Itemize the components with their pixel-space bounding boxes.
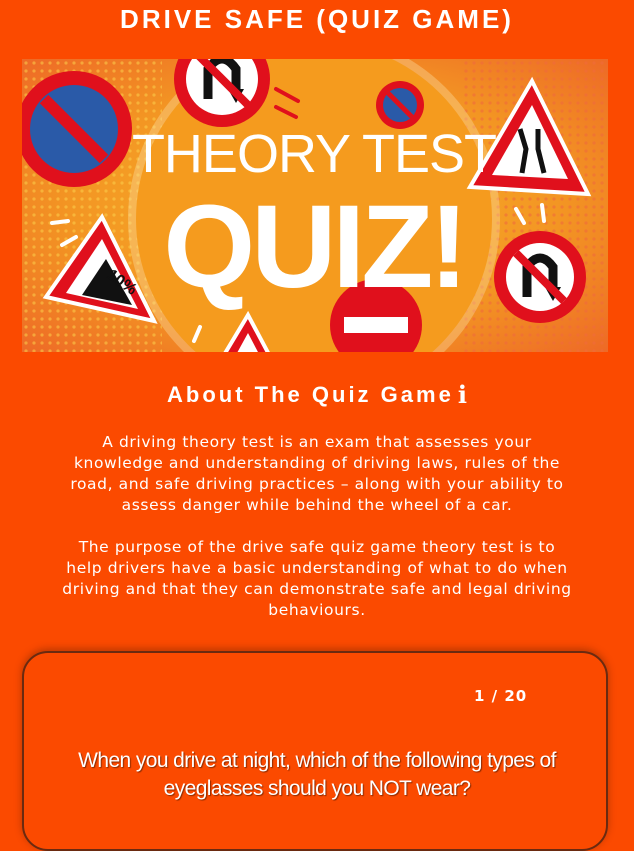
about-heading: About The Quiz Game i bbox=[0, 380, 634, 409]
no-parking-icon bbox=[376, 81, 424, 129]
about-description: A driving theory test is an exam that as… bbox=[62, 432, 572, 642]
page-title: DRIVE SAFE (QUIZ GAME) bbox=[120, 4, 514, 34]
about-heading-label: About The Quiz Game bbox=[167, 382, 454, 407]
banner-line1: THEORY TEST bbox=[132, 124, 496, 184]
banner-line2: QUIZ! bbox=[163, 181, 464, 313]
question-counter: 1 / 20 bbox=[474, 687, 528, 705]
about-paragraph-1: A driving theory test is an exam that as… bbox=[70, 433, 564, 514]
quiz-card: 1 / 20 When you drive at night, which of… bbox=[22, 651, 608, 851]
info-icon[interactable]: i bbox=[458, 380, 467, 409]
question-text: When you drive at night, which of the fo… bbox=[78, 749, 556, 800]
quiz-banner-image: 10% THEORY TEST QUIZ! bbox=[22, 59, 608, 352]
about-paragraph-2: The purpose of the drive safe quiz game … bbox=[62, 538, 572, 619]
no-u-turn-icon bbox=[494, 231, 586, 323]
